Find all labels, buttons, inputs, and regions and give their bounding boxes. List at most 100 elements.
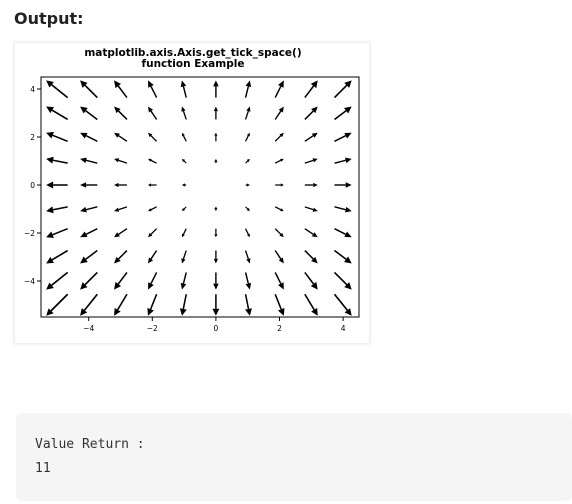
quiver-arrow [364,294,371,316]
quiver-arrow [304,106,318,120]
quiver-arrow [274,132,284,142]
code-line-value-return: Value Return : [35,437,145,452]
quiver-arrow [148,183,157,187]
quiver-arrow [148,132,158,142]
quiver-arrow [305,54,318,76]
quiver-arrow [304,206,318,212]
x-tick-label: −2 [147,324,158,333]
quiver-arrow [114,182,127,188]
quiver-arrow [148,250,158,264]
quiver-arrow [364,107,371,120]
quiver-arrow [46,227,68,238]
quiver-arrow [274,228,284,238]
quiver-arrow [274,272,284,290]
quiver-arrow [46,106,69,121]
quiver-arrow [274,158,284,164]
quiver-arrow [46,181,68,189]
quiver-arrow [244,106,251,120]
quiver-arrow [304,228,318,238]
quiver-arrow [334,182,352,188]
quiver-arrow [214,206,218,212]
quiver-arrow [114,250,128,264]
quiver-arrow [334,132,352,142]
quiver-arrow [46,206,68,214]
quiver-arrow [148,206,157,212]
quiver-arrow [80,206,98,213]
quiver-arrow [80,157,98,164]
quiver-arrow [244,294,252,316]
quiver-arrow [80,271,98,290]
quiver-arrow [274,293,285,316]
quiver-arrow [80,293,98,316]
quiver-arrow [80,80,98,99]
code-output-block: Value Return : 11 [16,413,572,501]
quiver-arrow [114,228,128,238]
x-tick-label: 0 [214,324,219,333]
quiver-arrow [114,80,128,99]
quiver-arrow [114,293,128,316]
quiver-arrow [114,132,128,142]
x-tick-label: −4 [83,324,94,333]
quiver-arrow [181,106,187,120]
quiver-arrow [148,272,158,290]
output-heading: Output: [14,9,84,28]
quiver-arrow [334,249,352,264]
quiver-arrow [46,80,69,99]
quiver-arrow [180,272,187,290]
quiver-arrow [244,80,252,98]
quiver-arrow [213,272,219,290]
quiver-arrow [181,158,187,164]
quiver-arrow [213,250,218,264]
quiver-arrow [334,106,352,121]
y-tick-label: 4 [30,85,35,94]
chart-title-line2: function Example [142,58,245,70]
quiver-arrow [80,228,98,238]
quiver-arrow [244,250,251,264]
quiver-arrow [147,293,158,316]
y-tick-label: −4 [24,277,35,286]
quiver-chart: matplotlib.axis.Axis.get_tick_space() fu… [24,47,371,333]
quiver-arrow [364,206,371,213]
quiver-arrow [181,183,187,187]
quiver-arrow [245,183,250,187]
quiver-arrow [333,293,352,316]
quiver-arrow [80,132,98,142]
quiver-arrow [181,250,187,264]
quiver-arrow [148,158,157,164]
figure-card: matplotlib.axis.Axis.get_tick_space() fu… [14,42,370,344]
quiver-arrow [364,272,371,289]
quiver-arrow [274,250,284,264]
quiver-arrow [275,183,284,187]
quiver-arrow [364,80,371,97]
quiver-arrow [114,158,128,164]
y-axis-ticks: 4 2 0 −2 −4 [24,85,41,286]
quiver-arrow [148,228,158,238]
quiver-arrow [364,182,371,189]
quiver-arrow [304,132,318,142]
quiver-arrow [304,158,318,164]
quiver-arrow [80,249,98,264]
x-axis-ticks: −4 −2 0 2 4 [83,317,346,333]
quiver-arrow [46,271,69,290]
y-tick-label: 0 [30,181,35,190]
quiver-arrow [214,158,218,164]
page: Output: matplotlib.axis.Axis.get_tick_sp… [0,0,572,504]
quiver-arrow [333,271,352,290]
quiver-arrow [274,80,284,98]
quiver-arrow [181,132,187,142]
quiver-arrow [304,293,318,316]
quiver-arrow [334,206,352,213]
quiver-arrow [364,229,371,238]
quiver-arrow [148,106,158,120]
quiver-arrow [148,80,158,98]
quiver-arrow [333,80,352,99]
quiver-arrow [364,54,371,76]
quiver-arrow [179,294,188,316]
y-tick-label: −2 [24,229,35,238]
quiver-arrow [46,249,69,264]
quiver-arrow [181,206,187,212]
quiver-arrow [46,156,68,164]
quiver-arrow [364,157,371,164]
quiver-arrow [114,271,128,290]
quiver-arrow [304,80,318,99]
